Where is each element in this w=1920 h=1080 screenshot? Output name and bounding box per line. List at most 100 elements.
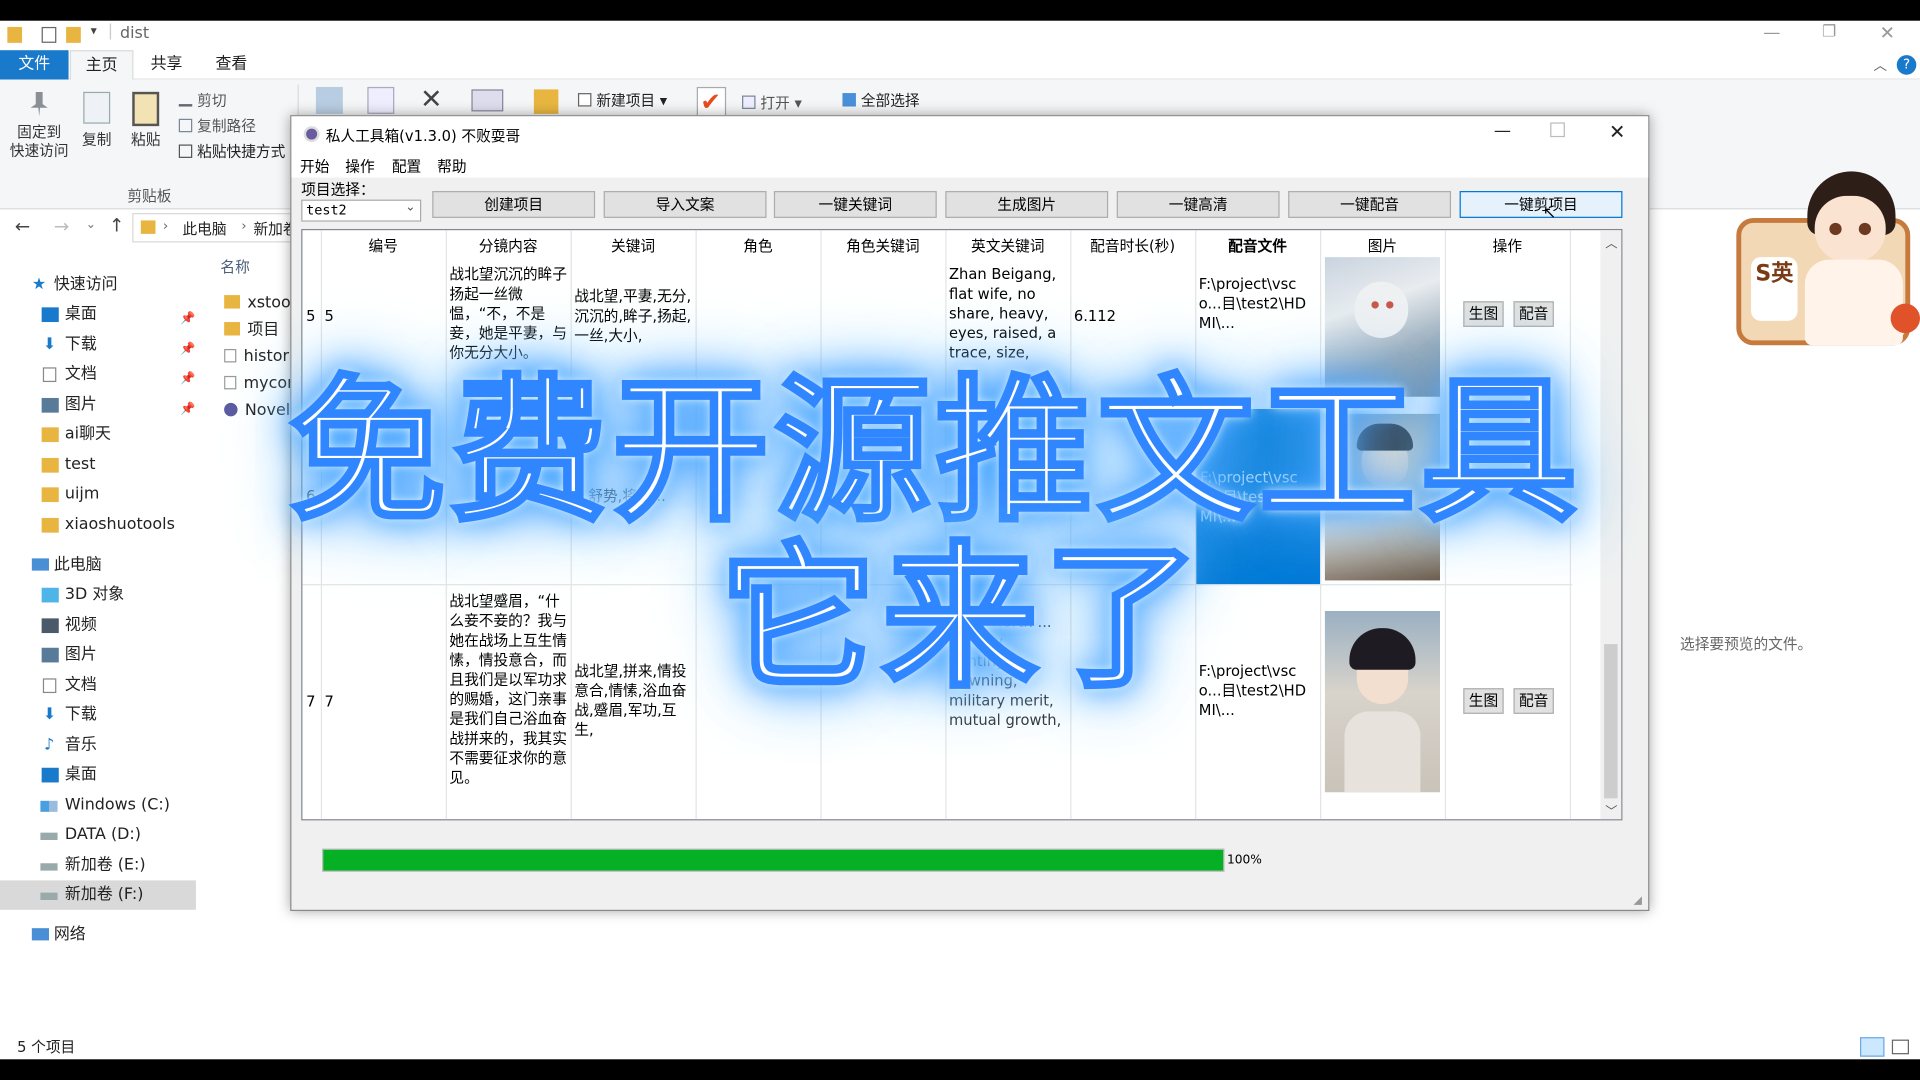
new-item-button[interactable]: 新建项目 ▾ xyxy=(577,89,667,110)
address-bar[interactable]: › 此电脑 › 新加卷 xyxy=(132,213,304,243)
help-icon[interactable]: ? xyxy=(1896,55,1917,75)
rename-icon[interactable] xyxy=(471,89,504,112)
dialog-maximize-button[interactable] xyxy=(1550,122,1565,138)
resize-grip-icon[interactable]: ◢ xyxy=(1633,895,1641,907)
nav-pc-downloads[interactable]: ⬇ 下载 xyxy=(0,702,196,729)
nav-pc-desktop[interactable]: 桌面 xyxy=(0,762,196,789)
nav-desktop[interactable]: 桌面 📌 xyxy=(0,301,196,328)
nav-drive-c[interactable]: Windows (C:) xyxy=(0,792,196,819)
pin-quick-access-button[interactable]: 固定到 快速访问 xyxy=(5,91,74,161)
one-click-dub-button[interactable]: 一键配音 xyxy=(1288,191,1452,218)
nav-xiaoshuotools[interactable]: xiaoshuotools xyxy=(0,512,196,539)
tab-view[interactable]: 查看 xyxy=(202,50,261,79)
column-header[interactable]: 配音时长(秒) xyxy=(1070,235,1195,256)
paste-shortcut-button[interactable]: 粘贴快捷方式 xyxy=(178,141,285,162)
column-header[interactable]: 编号 xyxy=(321,235,446,256)
copy-to-icon[interactable] xyxy=(367,86,395,114)
properties-check-icon[interactable]: ✔ xyxy=(696,86,727,119)
breadcrumb-this-pc[interactable]: 此电脑 xyxy=(182,218,226,239)
one-click-keywords-button[interactable]: 一键关键词 xyxy=(773,191,937,218)
new-folder-icon-large[interactable] xyxy=(533,89,559,114)
nav-ai-chat[interactable]: ai聊天 xyxy=(0,421,196,448)
details-view-icon[interactable] xyxy=(1860,1037,1885,1057)
generate-images-button[interactable]: 生成图片 xyxy=(945,191,1109,218)
nav-documents[interactable]: 文档 📌 xyxy=(0,361,196,388)
menu-operate[interactable]: 操作 xyxy=(345,156,374,177)
one-click-edit-button[interactable]: 一键剪项目 xyxy=(1459,191,1623,218)
column-header[interactable]: 图片 xyxy=(1320,235,1445,256)
nav-pc-documents[interactable]: 文档 xyxy=(0,672,196,699)
qat-dropdown-icon[interactable]: ▾ xyxy=(91,24,97,37)
nav-3d-objects[interactable]: 3D 对象 xyxy=(0,582,196,609)
tab-home[interactable]: 主页 xyxy=(69,50,134,80)
dub-button[interactable]: 配音 xyxy=(1513,688,1554,714)
scroll-up-icon[interactable]: ︿ xyxy=(1605,233,1617,251)
nav-pictures[interactable]: 图片 📌 xyxy=(0,392,196,419)
new-folder-icon[interactable] xyxy=(66,26,81,43)
cut-button[interactable]: 剪切 xyxy=(178,89,227,110)
nav-quick-access[interactable]: ★ 快速访问 xyxy=(0,272,196,299)
list-item[interactable]: 项目 xyxy=(224,317,300,344)
large-icons-view-icon[interactable] xyxy=(1891,1039,1909,1055)
column-header[interactable]: 配音文件 xyxy=(1195,235,1320,256)
generated-image[interactable] xyxy=(1324,611,1441,793)
generate-image-button[interactable]: 生图 xyxy=(1463,688,1504,714)
column-header[interactable]: 关键词 xyxy=(571,235,696,256)
dub-button[interactable]: 配音 xyxy=(1513,301,1554,327)
properties-icon[interactable] xyxy=(41,26,57,43)
close-button[interactable]: ✕ xyxy=(1880,22,1895,44)
dialog-close-button[interactable]: ✕ xyxy=(1609,120,1625,143)
column-header[interactable]: 英文关键词 xyxy=(945,235,1070,256)
create-project-button[interactable]: 创建项目 xyxy=(432,191,596,218)
menu-start[interactable]: 开始 xyxy=(300,156,329,177)
dialog-minimize-button[interactable]: — xyxy=(1494,121,1511,141)
select-all-button[interactable]: 全部选择 xyxy=(842,89,920,110)
open-button[interactable]: 打开 ▾ xyxy=(742,92,802,113)
column-header[interactable]: 分镜内容 xyxy=(446,235,571,256)
scroll-thumb[interactable] xyxy=(1604,644,1618,799)
paste-shortcut-icon xyxy=(178,144,193,158)
collapse-ribbon-icon[interactable]: ︿ xyxy=(1873,55,1886,75)
nav-this-pc[interactable]: 此电脑 xyxy=(0,552,196,579)
minimize-button[interactable]: — xyxy=(1763,23,1780,43)
one-click-hd-button[interactable]: 一键高清 xyxy=(1116,191,1280,218)
column-header[interactable]: 角色 xyxy=(696,235,821,256)
avatar-face xyxy=(1814,195,1886,263)
forward-icon[interactable]: → xyxy=(54,216,69,238)
nav-network[interactable]: 网络 xyxy=(0,922,196,949)
copy-button[interactable]: 复制 xyxy=(76,91,118,150)
project-select[interactable]: test2 ⌄ xyxy=(301,199,422,222)
recent-locations-icon[interactable]: ⌄ xyxy=(86,218,96,231)
column-header[interactable]: 操作 xyxy=(1445,235,1570,256)
nav-drive-d[interactable]: DATA (D:) xyxy=(0,822,196,849)
tab-share[interactable]: 共享 xyxy=(137,50,196,79)
menu-config[interactable]: 配置 xyxy=(392,156,421,177)
nav-pc-pictures[interactable]: 图片 xyxy=(0,642,196,669)
move-to-icon[interactable] xyxy=(315,86,343,114)
nav-test[interactable]: test xyxy=(0,452,196,479)
nav-downloads[interactable]: ⬇ 下载 📌 xyxy=(0,332,196,359)
tab-file[interactable]: 文件 xyxy=(0,50,69,80)
menu-help[interactable]: 帮助 xyxy=(437,156,466,177)
nav-drive-e[interactable]: 新加卷 (E:) xyxy=(0,852,196,879)
nav-videos[interactable]: 视频 xyxy=(0,612,196,639)
scroll-down-icon[interactable]: ﹀ xyxy=(1605,801,1617,819)
preview-hint: 选择要预览的文件。 xyxy=(1680,635,1813,653)
column-header[interactable]: 角色关键词 xyxy=(820,235,945,256)
app-icon xyxy=(224,402,238,417)
nav-music[interactable]: ♪ 音乐 xyxy=(0,732,196,759)
generate-image-button[interactable]: 生图 xyxy=(1463,301,1504,327)
import-text-button[interactable]: 导入文案 xyxy=(603,191,767,218)
network-icon xyxy=(31,928,49,941)
restore-button[interactable]: ❐ xyxy=(1822,23,1836,41)
drive-icon xyxy=(40,892,58,901)
nav-drive-f[interactable]: 新加卷 (F:) xyxy=(0,880,196,910)
delete-icon[interactable]: ✕ xyxy=(420,84,443,115)
list-item[interactable]: xstoo xyxy=(224,290,300,317)
nav-uijm[interactable]: uijm xyxy=(0,481,196,508)
table-scrollbar[interactable]: ︿ ﹀ xyxy=(1600,230,1622,820)
back-icon[interactable]: ← xyxy=(15,216,30,238)
paste-button[interactable]: 粘贴 xyxy=(125,91,167,150)
up-icon[interactable]: ↑ xyxy=(109,214,124,236)
copy-path-button[interactable]: 复制路径 xyxy=(178,115,256,136)
